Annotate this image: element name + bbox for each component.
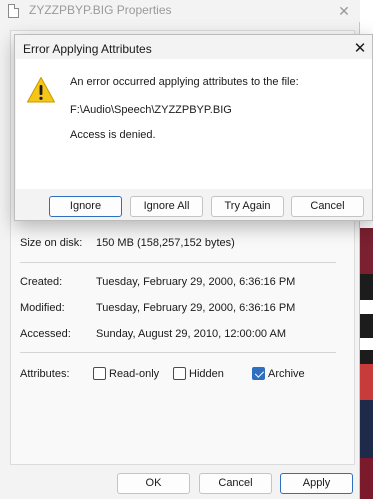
close-icon[interactable]: ✕ (349, 38, 371, 60)
read-only-label[interactable]: Read-only (109, 368, 159, 380)
modified-value: Tuesday, February 29, 2000, 6:36:16 PM (96, 302, 296, 314)
ignore-button[interactable]: Ignore (49, 196, 122, 217)
accessed-value: Sunday, August 29, 2010, 12:00:00 AM (96, 328, 286, 340)
attributes-label: Attributes: (20, 368, 70, 380)
error-dialog: Error Applying Attributes ✕ An error occ… (14, 34, 373, 221)
divider (20, 352, 336, 353)
read-only-checkbox[interactable] (93, 367, 106, 380)
properties-title: ZYZZPBYP.BIG Properties (29, 3, 172, 17)
modified-label: Modified: (20, 302, 65, 314)
try-again-button[interactable]: Try Again (211, 196, 284, 217)
properties-titlebar: ZYZZPBYP.BIG Properties ✕ (0, 0, 360, 22)
created-label: Created: (20, 276, 63, 288)
archive-label[interactable]: Archive (268, 368, 305, 380)
hidden-label[interactable]: Hidden (189, 368, 224, 380)
ignore-all-button[interactable]: Ignore All (130, 196, 203, 217)
divider (20, 262, 336, 263)
access-denied-message: Access is denied. (70, 129, 156, 141)
created-value: Tuesday, February 29, 2000, 6:36:16 PM (96, 276, 296, 288)
hidden-checkbox[interactable] (173, 367, 186, 380)
apply-button[interactable]: Apply (280, 473, 353, 494)
cancel-button[interactable]: Cancel (291, 196, 364, 217)
cancel-button[interactable]: Cancel (199, 473, 272, 494)
size-on-disk-label: Size on disk: (20, 237, 83, 249)
close-icon[interactable]: ✕ (333, 1, 355, 21)
size-on-disk-value: 150 MB (158,257,152 bytes) (96, 237, 235, 249)
warning-icon (27, 77, 55, 103)
ok-button[interactable]: OK (117, 473, 190, 494)
accessed-label: Accessed: (20, 328, 71, 340)
error-message: An error occurred applying attributes to… (70, 76, 299, 88)
dialog-title: Error Applying Attributes (23, 42, 152, 56)
archive-checkbox[interactable] (252, 367, 265, 380)
file-icon (8, 4, 19, 18)
file-path: F:\Audio\Speech\ZYZZPBYP.BIG (70, 104, 232, 116)
dialog-body: An error occurred applying attributes to… (16, 59, 372, 189)
